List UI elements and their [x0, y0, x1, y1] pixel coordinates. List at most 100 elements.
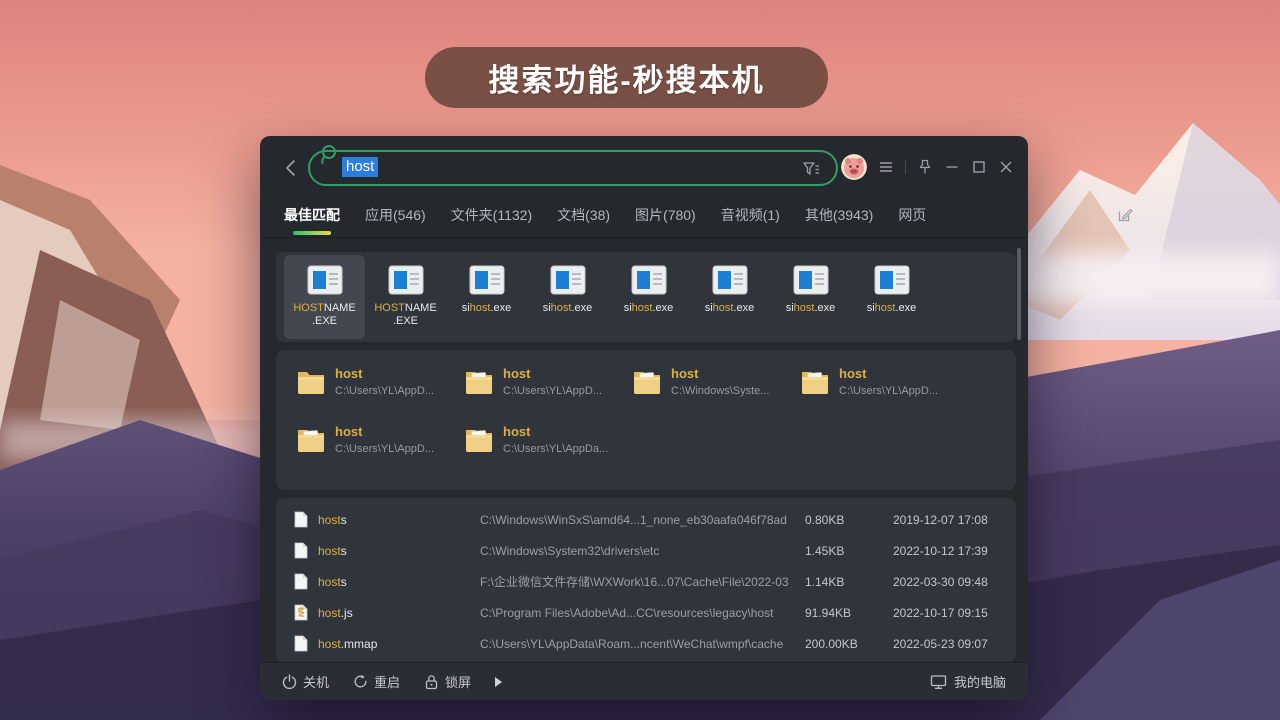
exe-icon: [307, 265, 343, 295]
file-result-row[interactable]: hosts C:\Windows\System32\drivers\etc 1.…: [276, 535, 1016, 566]
window-footer: 关机 重启 锁屏: [260, 662, 1028, 700]
result-tab[interactable]: 最佳匹配: [284, 205, 340, 225]
file-result-row[interactable]: hosts F:\企业微信文件存储\WXWork\16...07\Cache\F…: [276, 566, 1016, 597]
tab-label: 应用(546): [365, 207, 426, 223]
result-tab[interactable]: 文件夹(1132): [451, 205, 532, 225]
folder-path: C:\Users\YL\AppD...: [335, 443, 434, 455]
folder-result-item[interactable]: host C:\Users\YL\AppD...: [464, 366, 632, 397]
result-tab[interactable]: 音视频(1): [721, 205, 780, 225]
exe-icon: [712, 265, 748, 295]
app-result-tile[interactable]: sihost.exe: [689, 255, 770, 339]
folder-name: host: [503, 366, 602, 381]
file-date: 2022-10-12 17:39: [893, 544, 988, 558]
file-result-row[interactable]: host.mmap C:\Users\YL\AppData\Roam...nce…: [276, 628, 1016, 659]
folders-result-card: host C:\Users\YL\AppD...: [276, 350, 1016, 490]
file-size: 91.94KB: [805, 606, 893, 620]
expand-arrow-icon[interactable]: [495, 677, 502, 687]
restart-icon: [353, 674, 368, 689]
scrollbar-thumb[interactable]: [1017, 248, 1021, 340]
banner-title: 搜索功能-秒搜本机: [488, 55, 764, 100]
tab-label: 图片(780): [635, 207, 696, 223]
window-controls: [841, 153, 1014, 181]
my-computer-button[interactable]: 我的电脑: [930, 672, 1006, 691]
lock-screen-button[interactable]: 锁屏: [424, 672, 471, 691]
lock-icon: [424, 674, 439, 690]
file-name: hosts: [318, 544, 480, 558]
minimize-button[interactable]: [944, 159, 960, 175]
folder-result-item[interactable]: host C:\Users\YL\AppDa...: [464, 424, 632, 455]
file-date: 2022-03-30 09:48: [893, 575, 988, 589]
file-result-row[interactable]: hosts C:\Windows\WinSxS\amd64...1_none_e…: [276, 504, 1016, 535]
folder-text: host C:\Users\YL\AppDa...: [503, 424, 608, 455]
file-icon: [294, 604, 318, 621]
file-name: hosts: [318, 575, 480, 589]
back-button[interactable]: [284, 159, 296, 177]
file-size: 1.45KB: [805, 544, 893, 558]
search-input[interactable]: host: [308, 150, 838, 186]
folder-name: host: [335, 424, 434, 439]
app-result-tile[interactable]: sihost.exe: [608, 255, 689, 339]
exe-icon: [631, 265, 667, 295]
file-date: 2019-12-07 17:08: [893, 513, 988, 527]
folder-name: host: [503, 424, 608, 439]
result-tab[interactable]: 其他(3943): [805, 205, 873, 225]
folder-text: host C:\Users\YL\AppD...: [503, 366, 602, 397]
tab-label: 文件夹(1132): [451, 207, 532, 223]
file-name: host.mmap: [318, 637, 480, 651]
file-icon: [294, 511, 318, 528]
app-name: sihost.exe: [543, 302, 593, 315]
close-button[interactable]: [998, 159, 1014, 175]
result-tab[interactable]: 网页: [898, 205, 926, 225]
apps-result-card: HOSTNAME .EXE HOSTNAME .EXE: [276, 252, 1016, 342]
tab-label: 最佳匹配: [284, 207, 340, 223]
folder-name: host: [671, 366, 769, 381]
app-result-tile[interactable]: HOSTNAME .EXE: [365, 255, 446, 339]
folder-path: C:\Users\YL\AppD...: [335, 385, 434, 397]
edit-tabs-icon[interactable]: [1117, 207, 1133, 223]
folder-result-item[interactable]: host C:\Users\YL\AppD...: [800, 366, 968, 397]
folder-path: C:\Users\YL\AppDa...: [503, 443, 608, 455]
folder-icon: [632, 368, 662, 397]
shutdown-button[interactable]: 关机: [282, 672, 329, 691]
app-result-tile[interactable]: sihost.exe: [770, 255, 851, 339]
app-name: HOSTNAME .EXE: [374, 302, 436, 328]
file-path: F:\企业微信文件存储\WXWork\16...07\Cache\File\20…: [480, 573, 805, 590]
avatar[interactable]: [841, 154, 867, 180]
file-size: 200.00KB: [805, 637, 893, 651]
result-tab[interactable]: 图片(780): [635, 205, 696, 225]
folder-path: C:\Users\YL\AppD...: [839, 385, 938, 397]
result-tab[interactable]: 应用(546): [365, 205, 426, 225]
result-tab[interactable]: 文档(38): [557, 205, 610, 225]
app-name: sihost.exe: [867, 302, 917, 315]
folder-path: C:\Users\YL\AppD...: [503, 385, 602, 397]
exe-icon: [469, 265, 505, 295]
app-result-tile[interactable]: sihost.exe: [446, 255, 527, 339]
file-size: 0.80KB: [805, 513, 893, 527]
app-result-tile[interactable]: HOSTNAME .EXE: [284, 255, 365, 339]
menu-icon[interactable]: [878, 159, 894, 175]
exe-icon: [550, 265, 586, 295]
result-tabs: 最佳匹配 应用(546) 文件夹(1132) 文档(38) 图片(780) 音视…: [284, 198, 926, 232]
monitor-icon: [930, 674, 947, 690]
folder-icon: [296, 368, 326, 397]
app-name: sihost.exe: [705, 302, 755, 315]
pin-icon[interactable]: [917, 159, 933, 175]
folder-result-item[interactable]: host C:\Users\YL\AppD...: [296, 366, 464, 397]
folder-icon: [296, 426, 326, 455]
folder-result-item[interactable]: host C:\Users\YL\AppD...: [296, 424, 464, 455]
file-result-row[interactable]: host.js C:\Program Files\Adobe\Ad...CC\r…: [276, 597, 1016, 628]
maximize-button[interactable]: [971, 159, 987, 175]
restart-button[interactable]: 重启: [353, 672, 400, 691]
search-window: host: [260, 136, 1028, 700]
file-date: 2022-10-17 09:15: [893, 606, 988, 620]
folder-result-item[interactable]: host C:\Windows\Syste...: [632, 366, 800, 397]
app-result-tile[interactable]: sihost.exe: [851, 255, 932, 339]
title-banner: 搜索功能-秒搜本机: [425, 47, 828, 108]
file-date: 2022-05-23 09:07: [893, 637, 988, 651]
controls-divider: [905, 160, 906, 174]
app-result-tile[interactable]: sihost.exe: [527, 255, 608, 339]
exe-icon: [793, 265, 829, 295]
file-path: C:\Windows\System32\drivers\etc: [480, 544, 805, 558]
filter-icon[interactable]: [802, 160, 821, 179]
file-name: host.js: [318, 606, 480, 620]
